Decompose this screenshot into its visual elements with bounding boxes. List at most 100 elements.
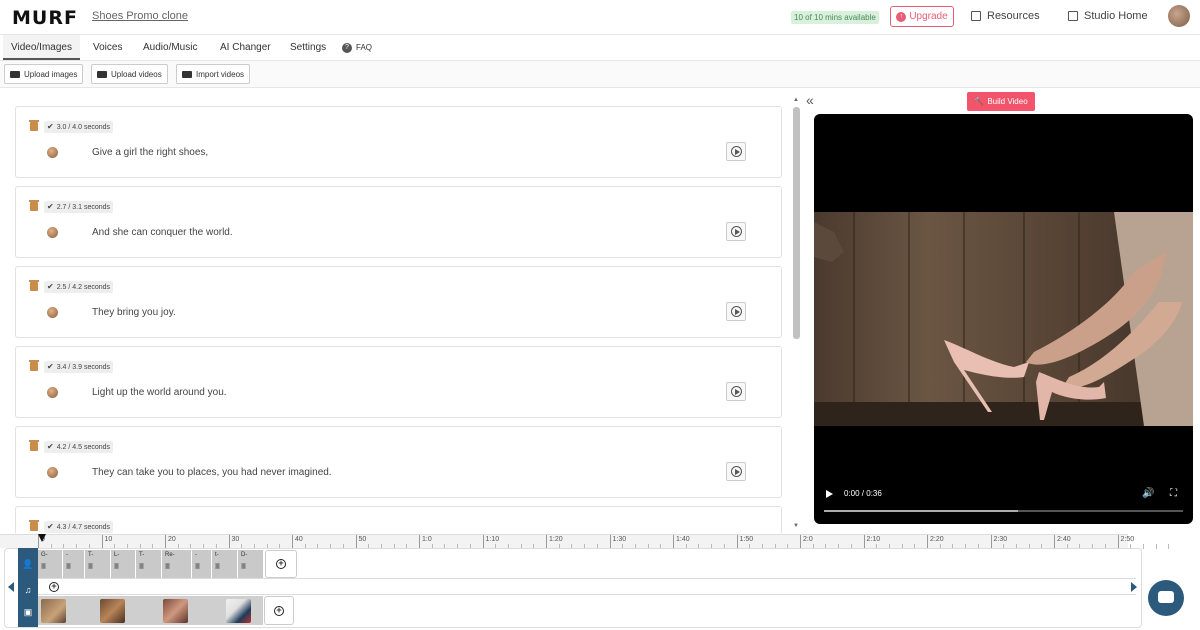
resources-label: Resources <box>987 10 1040 22</box>
project-name-link[interactable]: Shoes Promo clone <box>92 10 188 22</box>
build-video-label: Build Video <box>987 97 1028 106</box>
video-frame-image <box>814 212 1193 426</box>
voice-clip-block[interactable]: Re- ⫿⫿⫿⫿ <box>162 550 192 578</box>
trash-icon[interactable] <box>29 440 39 451</box>
ruler-tick-label: 1:10 <box>482 535 499 549</box>
trash-icon[interactable] <box>29 520 39 531</box>
video-time: 0:00 / 0:36 <box>844 489 882 498</box>
voice-clip-label: - <box>66 552 68 558</box>
add-music-button[interactable]: + <box>42 580 66 594</box>
video-preview[interactable]: 0:00 / 0:36 🔊 ⛶ <box>814 114 1193 524</box>
play-icon <box>731 226 742 237</box>
user-avatar[interactable] <box>1168 5 1190 27</box>
voice-clip-block[interactable]: G- ⫿⫿⫿⫿ <box>38 550 63 578</box>
trash-icon[interactable] <box>29 200 39 211</box>
voice-clip-block[interactable]: D- ⫿⫿⫿⫿ <box>238 550 264 578</box>
scene-list-scrollbar[interactable]: ▲ ▼ <box>792 97 800 530</box>
voice-clip-label: Re- <box>165 552 175 558</box>
resources-link[interactable]: Resources <box>971 10 1040 22</box>
image-thumbnail[interactable] <box>100 599 125 623</box>
voice-avatar[interactable] <box>47 227 58 238</box>
upload-images-button[interactable]: Upload images <box>4 64 84 84</box>
trash-icon[interactable] <box>29 280 39 291</box>
play-scene-button[interactable] <box>726 302 746 321</box>
ruler-tick-label: 2:50 <box>1117 535 1134 549</box>
video-play-icon[interactable] <box>826 490 833 498</box>
tab-settings[interactable]: Settings <box>282 35 334 60</box>
voice-avatar[interactable] <box>47 307 58 318</box>
play-scene-button[interactable] <box>726 222 746 241</box>
image-icon <box>10 70 20 78</box>
voice-clip-label: T- <box>139 552 145 558</box>
studio-home-link[interactable]: Studio Home <box>1068 10 1148 22</box>
chat-support-button[interactable] <box>1148 580 1184 616</box>
murf-logo[interactable]: MURF <box>12 7 78 29</box>
image-strip[interactable] <box>38 596 263 625</box>
trash-icon[interactable] <box>29 120 39 131</box>
video-camera-icon <box>97 70 107 78</box>
scene-script-text[interactable]: And she can conquer the world. <box>92 227 233 238</box>
upgrade-button[interactable]: ↑ Upgrade <box>890 6 954 27</box>
video-progress-bar[interactable] <box>824 510 1183 512</box>
scroll-up-arrow-icon[interactable]: ▲ <box>793 97 799 103</box>
voice-clip-block[interactable]: T- ⫿⫿⫿⫿ <box>85 550 111 578</box>
voice-clip-label: G- <box>41 552 48 558</box>
voice-clip-block[interactable]: - ⫿⫿⫿⫿ <box>192 550 212 578</box>
image-thumbnail[interactable] <box>226 599 251 623</box>
scene-script-text[interactable]: Give a girl the right shoes, <box>92 147 208 158</box>
scene-script-text[interactable]: They can take you to places, you had nev… <box>92 467 332 478</box>
voice-clip-label: L- <box>114 552 120 558</box>
voice-clip-block[interactable]: T- ⫿⫿⫿⫿ <box>136 550 162 578</box>
music-track: + <box>38 579 1136 595</box>
video-controls: 0:00 / 0:36 🔊 ⛶ <box>814 484 1193 514</box>
voice-clip-block[interactable]: - ⫿⫿⫿⫿ <box>63 550 85 578</box>
image-thumbnail[interactable] <box>41 599 66 623</box>
volume-icon[interactable]: 🔊 <box>1142 488 1154 499</box>
chat-bubble-icon <box>1158 591 1174 603</box>
playhead-marker[interactable] <box>38 534 46 548</box>
check-icon: ✔ <box>47 442 54 451</box>
timeline-scroll-left-icon[interactable] <box>8 582 14 592</box>
add-voice-block-button[interactable]: + <box>265 550 297 578</box>
import-videos-button[interactable]: Import videos <box>176 64 251 84</box>
tab-audio-music[interactable]: Audio/Music <box>135 35 205 60</box>
voice-avatar[interactable] <box>47 467 58 478</box>
upload-videos-button[interactable]: Upload videos <box>91 64 168 84</box>
trash-icon[interactable] <box>29 360 39 371</box>
voice-clip-block[interactable]: L- ⫿⫿⫿⫿ <box>111 550 136 578</box>
plus-circle-icon: + <box>276 559 286 569</box>
scroll-down-arrow-icon[interactable]: ▼ <box>793 523 799 529</box>
voice-avatar[interactable] <box>47 387 58 398</box>
duration-text: 2.7 / 3.1 seconds <box>56 204 111 211</box>
build-video-button[interactable]: 🔨 Build Video <box>967 92 1035 111</box>
tab-ai-changer[interactable]: AI Changer <box>212 35 279 60</box>
tab-video-images[interactable]: Video/Images <box>3 35 80 60</box>
play-scene-button[interactable] <box>726 382 746 401</box>
waveform-icon: ⫿⫿⫿⫿ <box>139 564 144 570</box>
voice-clip-block[interactable]: t- ⫿⫿⫿⫿ <box>212 550 238 578</box>
ruler-tick-label: 50 <box>355 535 366 549</box>
timeline-ruler[interactable]: 0 10 20 30 40 50 1:0 1:10 1:20 1:30 1:40 1:50 2:0 2:1… <box>0 534 1170 549</box>
scene-card: ✔ 2.5 / 4.2 seconds They bring you joy. <box>15 266 782 338</box>
check-icon: ✔ <box>47 522 54 531</box>
check-icon: ✔ <box>47 202 54 211</box>
scene-script-text[interactable]: They bring you joy. <box>92 307 176 318</box>
play-scene-button[interactable] <box>726 462 746 481</box>
tab-voices[interactable]: Voices <box>85 35 130 60</box>
fullscreen-icon[interactable]: ⛶ <box>1170 488 1177 499</box>
voice-avatar[interactable] <box>47 147 58 158</box>
scene-script-text[interactable]: Light up the world around you. <box>92 387 227 398</box>
image-track-icon: ▣ <box>23 607 33 617</box>
duration-badge: ✔ 4.3 / 4.7 seconds <box>44 521 114 533</box>
media-toolbar: Upload images Upload videos Import video… <box>0 61 1200 88</box>
check-icon: ✔ <box>47 122 54 131</box>
add-image-button[interactable]: + <box>264 596 294 625</box>
scrollbar-thumb[interactable] <box>793 107 800 339</box>
voice-track-icon: 👤 <box>22 559 34 569</box>
play-scene-button[interactable] <box>726 142 746 161</box>
tab-faq[interactable]: ? FAQ <box>334 35 380 60</box>
scene-card: ✔ 3.4 / 3.9 seconds Light up the world ar… <box>15 346 782 418</box>
collapse-panel-icon[interactable]: « <box>806 92 814 108</box>
image-thumbnail[interactable] <box>163 599 188 623</box>
check-icon: ✔ <box>47 362 54 371</box>
